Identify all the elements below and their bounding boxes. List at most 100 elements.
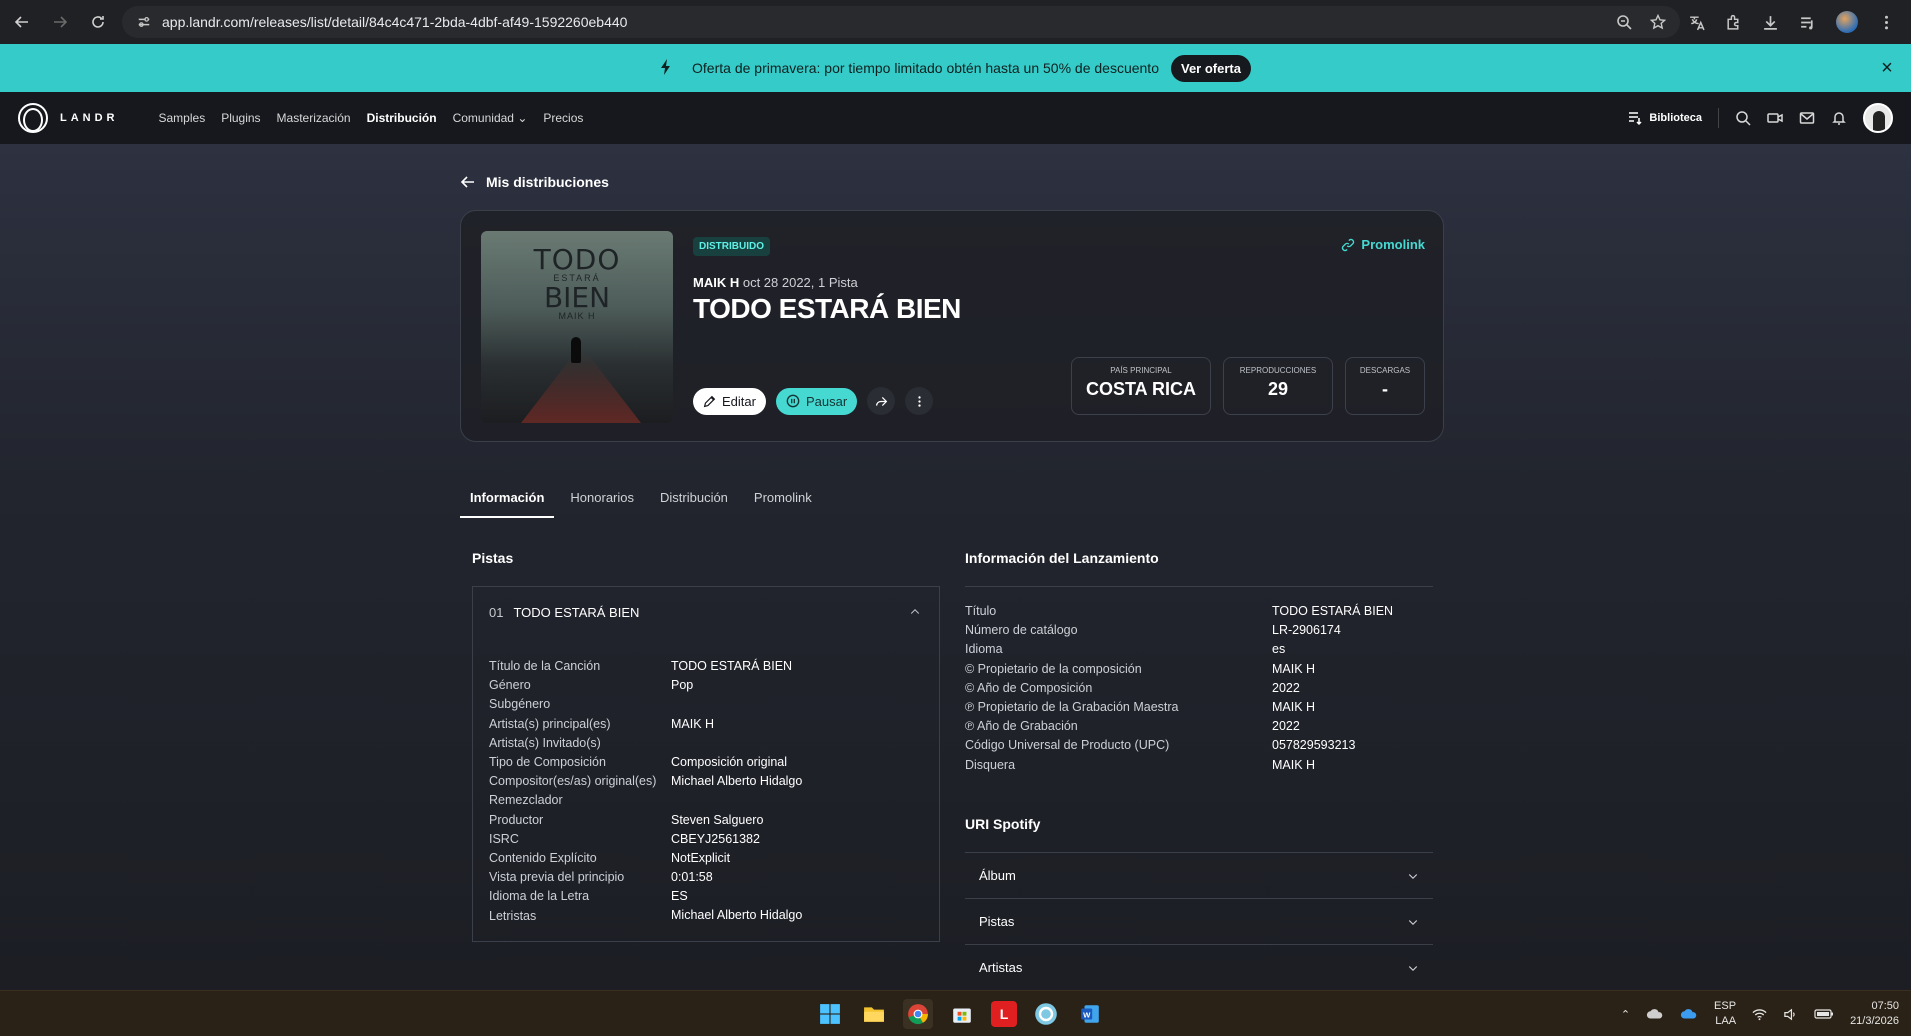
tab-distribution[interactable]: Distribución — [650, 482, 738, 518]
site-info-icon[interactable] — [130, 15, 158, 29]
back-arrow-icon[interactable] — [4, 4, 40, 40]
close-icon[interactable]: × — [1877, 58, 1897, 78]
stat-downloads: DESCARGAS - — [1345, 357, 1425, 415]
info-value: 2022 — [1272, 719, 1300, 734]
track-panel: 01 TODO ESTARÁ BIEN Título de la Canción… — [472, 586, 940, 942]
download-icon[interactable] — [1762, 14, 1779, 31]
accordion-artists[interactable]: Artistas — [965, 944, 1433, 990]
word-icon[interactable]: W — [1075, 999, 1105, 1029]
input-language[interactable]: ESP LAA — [1714, 999, 1736, 1029]
track-number: 01 — [489, 605, 504, 620]
chevron-down-icon — [1408, 965, 1418, 971]
wifi-icon[interactable] — [1752, 1007, 1767, 1022]
edit-button[interactable]: Editar — [693, 387, 766, 415]
landr-logo[interactable]: LANDR — [18, 103, 119, 133]
user-avatar[interactable] — [1863, 103, 1893, 133]
pause-button[interactable]: Pausar — [775, 387, 858, 415]
cloud-icon[interactable] — [1646, 1007, 1664, 1021]
detail-value: Steven Salguero — [671, 812, 764, 827]
detail-label: Letristas — [489, 908, 537, 923]
info-value: MAIK H — [1272, 757, 1316, 772]
landr-app-icon[interactable]: L — [991, 1001, 1017, 1027]
tab-promolink[interactable]: Promolink — [744, 482, 822, 518]
info-label: ℗ Propietario de la Grabación Maestra — [965, 700, 1179, 715]
detail-value: Composición original — [671, 754, 788, 769]
store-icon[interactable] — [947, 999, 977, 1029]
track-detail-values: TODO ESTARÁ BIEN Pop MAIK H Composición … — [671, 657, 802, 926]
bookmark-star-icon[interactable] — [1650, 14, 1666, 30]
spotify-uri-heading: URI Spotify — [965, 816, 1041, 832]
info-value: 2022 — [1272, 680, 1300, 695]
tab-royalties[interactable]: Honorarios — [560, 482, 644, 518]
detail-value — [671, 734, 802, 753]
chevron-down-icon — [1408, 919, 1418, 925]
bell-icon[interactable] — [1831, 110, 1847, 126]
library-label: Biblioteca — [1649, 112, 1702, 124]
nav-mastering[interactable]: Masterización — [277, 111, 351, 125]
detail-value: 0:01:58 — [671, 870, 713, 885]
accordion-label: Artistas — [979, 960, 1023, 975]
mail-icon[interactable] — [1799, 110, 1815, 126]
chrome-icon[interactable] — [903, 999, 933, 1029]
library-button[interactable]: Biblioteca — [1627, 110, 1702, 126]
release-meta: MAIK H oct 28 2022, 1 Pista — [693, 275, 858, 290]
chevron-up-icon[interactable] — [909, 605, 921, 623]
landr-logo-mark — [18, 103, 48, 133]
promo-text: Oferta de primavera: por tiempo limitado… — [692, 60, 1159, 76]
nav-plugins[interactable]: Plugins — [221, 111, 260, 125]
nav-samples[interactable]: Samples — [159, 111, 206, 125]
release-title: TODO ESTARÁ BIEN — [693, 293, 961, 324]
tab-info[interactable]: Información — [460, 482, 555, 518]
nav-community[interactable]: Comunidad ⌄ — [453, 111, 528, 125]
track-title: TODO ESTARÁ BIEN — [513, 605, 640, 620]
address-bar[interactable]: app.landr.com/releases/list/detail/84c4c… — [122, 6, 1680, 38]
track-detail-labels: Título de la Canción Género Subgénero Ar… — [489, 657, 656, 926]
accordion-album[interactable]: Álbum — [965, 852, 1433, 898]
kebab-menu-icon[interactable] — [1878, 14, 1895, 31]
battery-icon[interactable] — [1814, 1008, 1834, 1020]
onedrive-icon[interactable] — [1680, 1007, 1698, 1021]
release-detail-page: Mis distribuciones TODO ESTARÁ BIEN MAIK… — [0, 144, 1911, 990]
share-button[interactable] — [867, 387, 896, 415]
video-icon[interactable] — [1767, 110, 1783, 126]
see-offer-button[interactable]: Ver oferta — [1170, 54, 1251, 82]
release-artist[interactable]: MAIK H — [693, 275, 739, 290]
track-header[interactable]: 01 TODO ESTARÁ BIEN — [489, 605, 639, 620]
info-value: 057829593213 — [1272, 738, 1356, 753]
info-value: TODO ESTARÁ BIEN — [1272, 604, 1394, 618]
chevron-up-icon[interactable]: ⌃ — [1621, 1008, 1630, 1021]
app-circle-icon[interactable] — [1031, 999, 1061, 1029]
status-badge: DISTRIBUIDO — [693, 237, 770, 256]
chevron-down-icon: ⌄ — [517, 111, 528, 125]
detail-label: Contenido Explícito — [489, 851, 597, 866]
reload-icon[interactable] — [80, 4, 116, 40]
detail-value: CBEYJ2561382 — [671, 831, 760, 846]
stat-value: 29 — [1267, 379, 1289, 399]
nav-pricing[interactable]: Precios — [543, 111, 583, 125]
browser-profile-avatar[interactable] — [1836, 11, 1858, 33]
share-icon — [875, 396, 887, 406]
media-control-icon[interactable] — [1799, 14, 1816, 31]
back-to-distributions-link[interactable]: Mis distribuciones — [460, 174, 609, 190]
zoom-icon[interactable] — [1616, 14, 1632, 30]
system-clock[interactable]: 07:50 21/3/2026 — [1850, 999, 1899, 1029]
speaker-icon[interactable] — [1783, 1007, 1798, 1022]
file-explorer-icon[interactable] — [859, 999, 889, 1029]
stat-value: - — [1382, 379, 1388, 399]
windows-start-icon[interactable] — [815, 999, 845, 1029]
search-icon[interactable] — [1735, 110, 1751, 126]
detail-label: Título de la Canción — [489, 659, 601, 673]
detail-value: NotExplicit — [671, 850, 731, 865]
logo-text: LANDR — [60, 112, 119, 124]
more-options-button[interactable] — [905, 387, 934, 415]
accordion-tracks[interactable]: Pistas — [965, 898, 1433, 944]
clock-time: 07:50 — [1871, 1000, 1899, 1012]
info-value: MAIK H — [1272, 661, 1316, 676]
nav-distribution[interactable]: Distribución — [367, 111, 437, 125]
release-info-heading: Información del Lanzamiento — [965, 550, 1159, 566]
extensions-icon[interactable] — [1725, 14, 1742, 31]
promolink-link[interactable]: Promolink — [1341, 237, 1425, 252]
cover-text-line1: TODO — [533, 243, 621, 276]
forward-arrow-icon[interactable] — [42, 4, 78, 40]
translate-icon[interactable] — [1688, 14, 1705, 31]
